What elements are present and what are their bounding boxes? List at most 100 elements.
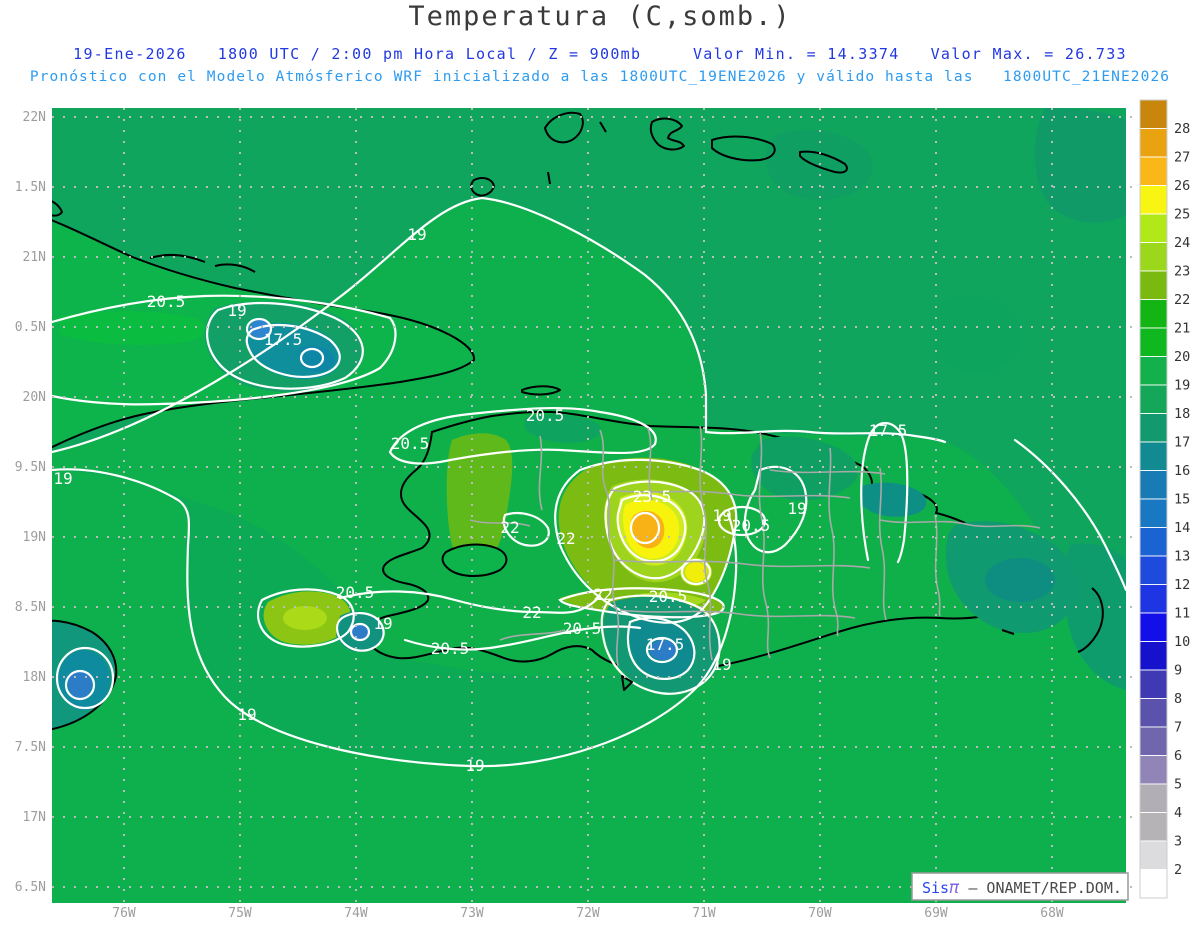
lon-tick-label: 73W	[460, 906, 484, 921]
colorbar-tick-label: 15	[1174, 492, 1190, 508]
lat-tick-label: 20N	[23, 390, 46, 405]
attribution-sis: Sis	[922, 879, 949, 897]
colorbar-segment	[1139, 641, 1168, 671]
colorbar-tick-label: 26	[1174, 178, 1190, 194]
colorbar-segment	[1139, 527, 1168, 557]
contour-label: 20.5	[336, 583, 375, 602]
colorbar-segment	[1139, 612, 1168, 642]
colorbar-segment	[1139, 242, 1168, 272]
patch-sw-olive-core	[283, 606, 327, 630]
colorbar-tick-label: 16	[1174, 463, 1190, 479]
colorbar-tick-label: 13	[1174, 549, 1190, 565]
lon-tick-label: 70W	[808, 906, 832, 921]
contour-label: 22	[500, 518, 519, 537]
colorbar-tick-label: 17	[1174, 435, 1190, 451]
lon-tick-label: 69W	[924, 906, 948, 921]
contour-label: 22	[593, 585, 612, 604]
colorbar-tick-label: 28	[1174, 121, 1190, 137]
colorbar-segment	[1139, 584, 1168, 614]
colorbar-segment	[1139, 555, 1168, 585]
colorbar-segment	[1139, 470, 1168, 500]
lon-tick-label: 72W	[576, 906, 600, 921]
lat-tick-label: 6.5N	[15, 880, 46, 895]
contour-label: 17.5	[264, 330, 303, 349]
colorbar-segment	[1139, 270, 1168, 300]
weather-map-page: Temperatura (C,somb.) 19-Ene-2026 1800 U…	[0, 0, 1200, 927]
contour-label: 19	[53, 469, 72, 488]
attribution-org: – ONAMET/REP.DOM.	[959, 879, 1122, 897]
colorbar-segment	[1139, 698, 1168, 728]
colorbar-tick-label: 25	[1174, 207, 1190, 223]
colorbar-tick-label: 12	[1174, 577, 1190, 593]
colorbar-tick-label: 27	[1174, 150, 1190, 166]
contour-label: 19	[227, 301, 246, 320]
lat-tick-label: 18N	[23, 670, 46, 685]
contour-label: 19	[712, 655, 731, 674]
colorbar-segment	[1139, 99, 1168, 129]
colorbar-segment	[1139, 869, 1168, 899]
contour-label: 20.5	[563, 619, 602, 638]
colorbar-tick-label: 5	[1174, 777, 1182, 793]
colorbar-segment	[1139, 840, 1168, 870]
contour-label: 17.5	[646, 635, 685, 654]
colorbar-segment	[1139, 441, 1168, 471]
colorbar-segment	[1139, 185, 1168, 215]
colorbar-tick-label: 22	[1174, 292, 1190, 308]
lat-tick-label: 19N	[23, 530, 46, 545]
contour-label: 22	[522, 603, 541, 622]
contour-label: 20.5	[147, 292, 186, 311]
colorbar-tick-label: 9	[1174, 663, 1182, 679]
lat-tick-label: 0.5N	[15, 320, 46, 335]
longitude-axis: 76W 75W 74W 73W 72W 71W 70W 69W 68W	[112, 906, 1064, 921]
lat-tick-label: 17N	[23, 810, 46, 825]
contour-label: 19	[712, 506, 731, 525]
contour-label: 20.5	[649, 587, 688, 606]
lon-tick-label: 74W	[344, 906, 368, 921]
attribution: Sisπ – ONAMET/REP.DOM.	[911, 872, 1129, 901]
attribution-text: Sisπ – ONAMET/REP.DOM.	[922, 878, 1122, 898]
colorbar-segment	[1139, 726, 1168, 756]
colorbar-segment	[1139, 213, 1168, 243]
contour-label: 22	[556, 529, 575, 548]
gonave-island	[441, 543, 508, 577]
colorbar-tick-label: 7	[1174, 720, 1182, 736]
contour-label: 20.5	[391, 434, 430, 453]
colorbar-tick-label: 24	[1174, 235, 1190, 251]
map-canvas: 22N 1.5N 21N 0.5N 20N 9.5N 19N 8.5N 18N 7.5N 17N 6.…	[15, 99, 1190, 921]
colorbar-tick-label: 14	[1174, 520, 1190, 536]
colorbar-segment	[1139, 299, 1168, 329]
colorbar-tick-label: 11	[1174, 606, 1190, 622]
lon-tick-label: 75W	[228, 906, 252, 921]
temperature-field	[52, 108, 1126, 903]
colorbar-tick-label: 8	[1174, 691, 1182, 707]
colorbar-tick-label: 19	[1174, 378, 1190, 394]
colorbar-tick-label: 6	[1174, 748, 1182, 764]
contour-label: 23.5	[633, 487, 672, 506]
colorbar-segment	[1139, 356, 1168, 386]
colorbar: 2827262524232221201918171615141312111098…	[1139, 99, 1190, 899]
patch-east-teal-core	[985, 558, 1055, 602]
colorbar-segment	[1139, 128, 1168, 158]
contour-label: 20.5	[526, 406, 565, 425]
lat-tick-label: 22N	[23, 110, 46, 125]
lat-tick-label: 7.5N	[15, 740, 46, 755]
colorbar-segment	[1139, 156, 1168, 186]
latitude-axis: 22N 1.5N 21N 0.5N 20N 9.5N 19N 8.5N 18N 7.5N 17N 6.…	[15, 110, 46, 895]
colorbar-segment	[1139, 384, 1168, 414]
colorbar-segment	[1139, 783, 1168, 813]
lon-tick-label: 68W	[1040, 906, 1064, 921]
colorbar-segment	[1139, 755, 1168, 785]
colorbar-tick-label: 4	[1174, 805, 1182, 821]
colorbar-tick-label: 20	[1174, 349, 1190, 365]
contour-label: 19	[237, 705, 256, 724]
lon-tick-label: 71W	[692, 906, 716, 921]
colorbar-tick-label: 18	[1174, 406, 1190, 422]
colorbar-tick-label: 2	[1174, 862, 1182, 878]
lat-tick-label: 8.5N	[15, 600, 46, 615]
lat-tick-label: 1.5N	[15, 180, 46, 195]
lon-tick-label: 76W	[112, 906, 136, 921]
colorbar-segment	[1139, 413, 1168, 443]
colorbar-tick-label: 23	[1174, 264, 1190, 280]
contour-label: 19	[465, 756, 484, 775]
lat-tick-label: 21N	[23, 250, 46, 265]
